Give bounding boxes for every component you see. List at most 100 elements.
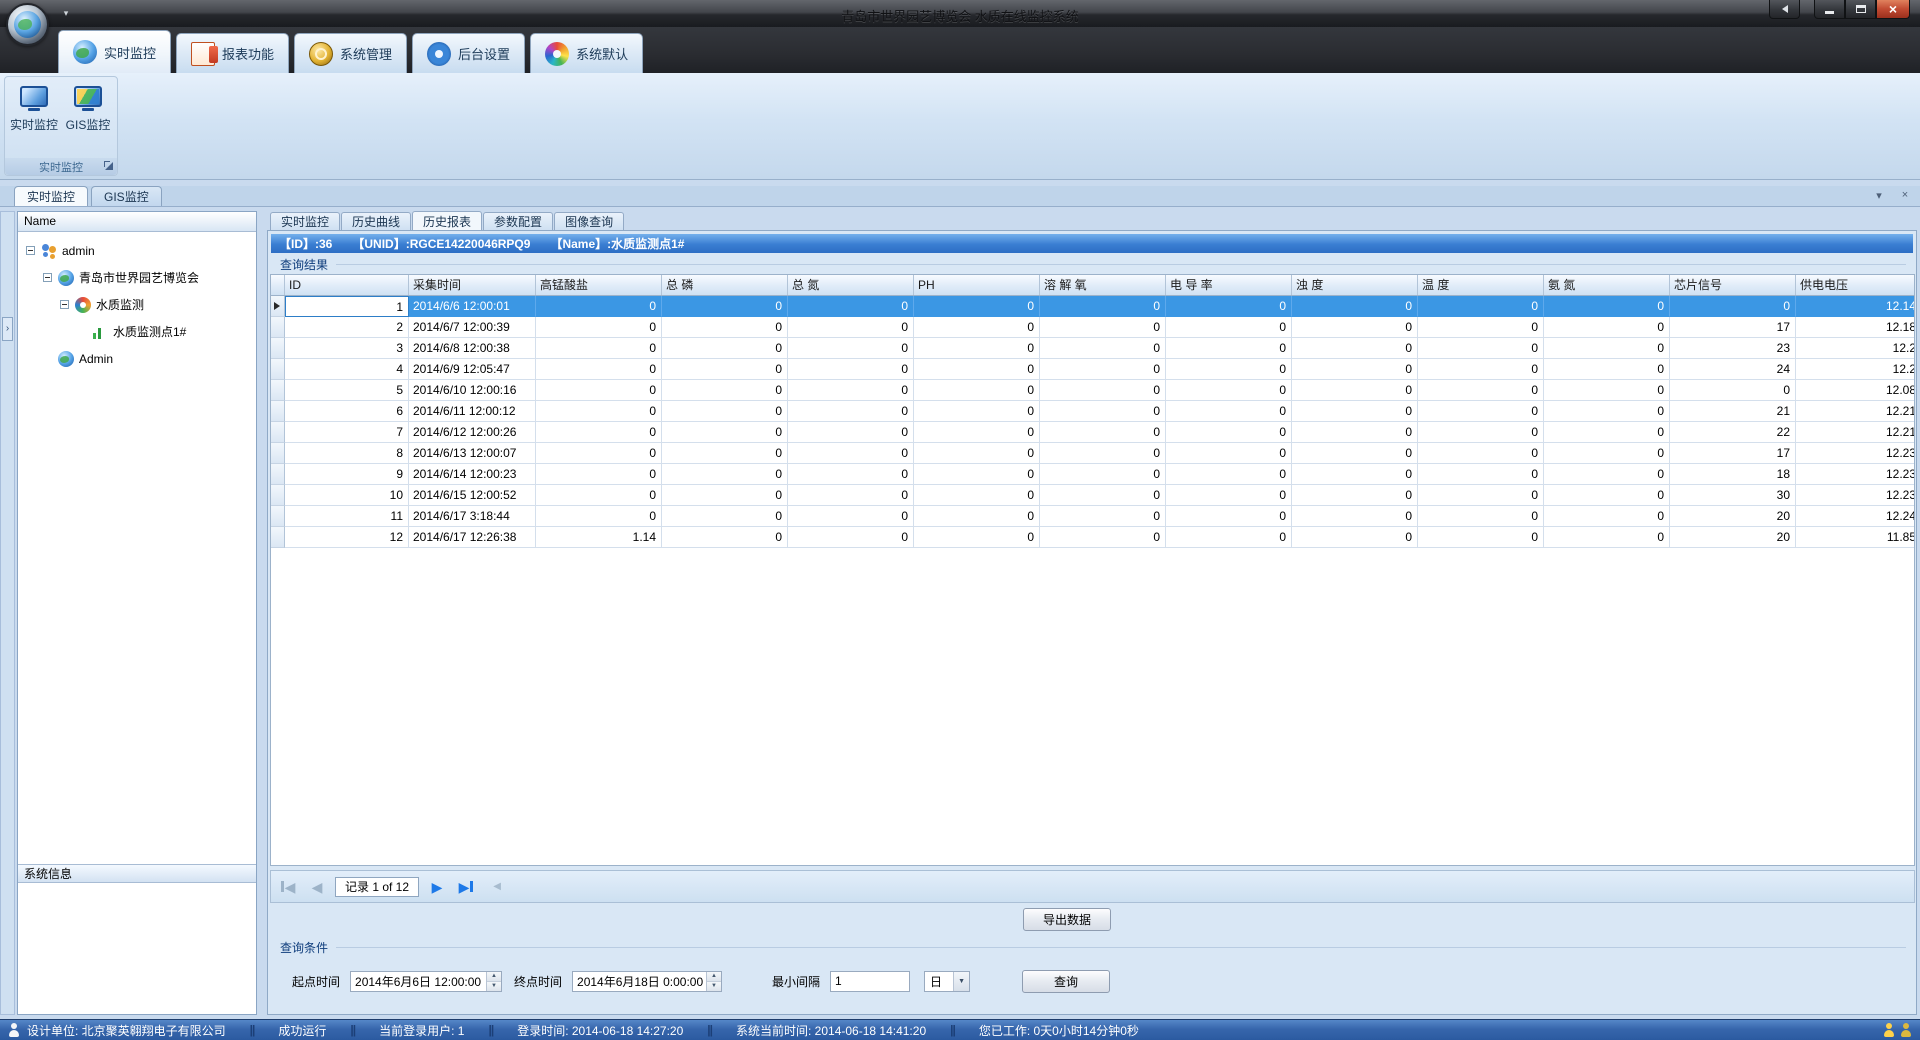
ribbon-tab-2[interactable]: 报表功能 (176, 33, 289, 73)
table-row[interactable]: 52014/6/10 12:00:16000000000012.08 (271, 380, 1914, 401)
column-header-6[interactable]: PH (914, 275, 1040, 295)
minimize-button[interactable] (1814, 0, 1845, 19)
previous-record-button[interactable]: ◀ (306, 876, 328, 898)
tree-node[interactable]: 水质监测 (18, 291, 256, 318)
row-selector-cell[interactable] (271, 338, 285, 359)
end-time-spinner[interactable]: ▲▼ (706, 972, 721, 991)
online-user-icon[interactable] (1883, 1023, 1895, 1038)
row-selector-cell[interactable] (271, 506, 285, 527)
column-header-13[interactable]: 供电电压 (1796, 275, 1915, 295)
tree-expander-icon[interactable] (26, 246, 35, 255)
content-tab-2[interactable]: 历史曲线 (341, 212, 411, 230)
row-selector-cell[interactable] (271, 359, 285, 380)
quick-access-dropdown-icon[interactable]: ▾ (56, 6, 76, 21)
spin-up-icon[interactable]: ▲ (707, 972, 721, 982)
start-time-input[interactable]: 2014年6月6日 12:00:00 ▲▼ (350, 971, 502, 992)
table-row[interactable]: 42014/6/9 12:05:470000000002412.2 (271, 359, 1914, 380)
tree-node[interactable]: Admin (18, 345, 256, 372)
row-selector-cell[interactable] (271, 401, 285, 422)
query-button[interactable]: 查询 (1022, 970, 1110, 993)
spin-down-icon[interactable]: ▼ (487, 982, 501, 991)
record-position-box[interactable]: 记录 1 of 12 (335, 877, 419, 897)
table-row[interactable]: 22014/6/7 12:00:390000000001712.18 (271, 317, 1914, 338)
tree-expander-icon[interactable] (43, 273, 52, 282)
document-tab-1[interactable]: 实时监控 (14, 186, 88, 206)
column-header-7[interactable]: 溶 解 氧 (1040, 275, 1166, 295)
tab-list-dropdown-icon[interactable]: ▾ (1872, 189, 1886, 202)
row-selector-cell[interactable] (271, 527, 285, 548)
column-header-3[interactable]: 高锰酸盐 (536, 275, 662, 295)
system-info-header[interactable]: 系统信息 (18, 864, 256, 883)
column-header-5[interactable]: 总 氮 (788, 275, 914, 295)
table-row[interactable]: 32014/6/8 12:00:380000000002312.2 (271, 338, 1914, 359)
maximize-button[interactable] (1845, 0, 1876, 19)
spin-down-icon[interactable]: ▼ (707, 982, 721, 991)
column-header-8[interactable]: 电 导 率 (1166, 275, 1292, 295)
column-header-1[interactable]: ID (285, 275, 409, 295)
start-time-value: 2014年6月6日 12:00:00 (351, 973, 486, 990)
close-button[interactable]: × (1876, 0, 1910, 19)
tab-close-icon[interactable]: × (1898, 189, 1912, 202)
table-cell: 12.23 (1796, 443, 1915, 464)
tree-node[interactable]: admin (18, 237, 256, 264)
table-row[interactable]: 122014/6/17 12:26:381.14000000002011.85 (271, 527, 1914, 548)
table-row[interactable]: 12014/6/6 12:00:01000000000012.14 (271, 296, 1914, 317)
ribbon-tab-1[interactable]: 实时监控 (58, 30, 171, 73)
last-record-button[interactable]: ▶ (455, 876, 477, 898)
table-cell: 0 (662, 506, 788, 527)
column-header-4[interactable]: 总 磷 (662, 275, 788, 295)
row-selector-cell[interactable] (271, 317, 285, 338)
table-row[interactable]: 62014/6/11 12:00:120000000002112.21 (271, 401, 1914, 422)
content-tab-4[interactable]: 参数配置 (483, 212, 553, 230)
tree-column-header[interactable]: Name (18, 212, 256, 232)
export-data-button[interactable]: 导出数据 (1023, 908, 1111, 931)
column-header-11[interactable]: 氨 氮 (1544, 275, 1670, 295)
table-row[interactable]: 72014/6/12 12:00:260000000002212.21 (271, 422, 1914, 443)
content-tab-5[interactable]: 图像查询 (554, 212, 624, 230)
table-cell: 0 (1040, 485, 1166, 506)
content-tab-1[interactable]: 实时监控 (270, 212, 340, 230)
table-row[interactable]: 92014/6/14 12:00:230000000001812.23 (271, 464, 1914, 485)
column-header-2[interactable]: 采集时间 (409, 275, 536, 295)
row-selector-cell[interactable] (271, 485, 285, 506)
table-row[interactable]: 112014/6/17 3:18:440000000002012.24 (271, 506, 1914, 527)
tree-node[interactable]: 水质监测点1# (18, 318, 256, 345)
document-tab-2[interactable]: GIS监控 (91, 186, 162, 206)
row-selector-cell[interactable] (271, 464, 285, 485)
expand-panel-button[interactable]: › (2, 317, 13, 341)
table-row[interactable]: 102014/6/15 12:00:520000000003012.23 (271, 485, 1914, 506)
table-row[interactable]: 82014/6/13 12:00:070000000001712.23 (271, 443, 1914, 464)
ribbon-button-1[interactable]: 实时监控 (9, 82, 59, 158)
table-cell: 0 (1040, 296, 1166, 317)
column-header-12[interactable]: 芯片信号 (1670, 275, 1796, 295)
interval-input[interactable] (830, 971, 910, 992)
last-record-bar-icon (470, 881, 473, 892)
ribbon-button-2[interactable]: GIS监控 (63, 82, 113, 158)
ribbon-tab-5[interactable]: 系统默认 (530, 33, 643, 73)
table-cell: 2014/6/7 12:00:39 (409, 317, 536, 338)
next-record-button[interactable]: ▶ (426, 876, 448, 898)
window-style-button[interactable] (1769, 0, 1800, 19)
row-selector-cell[interactable] (271, 422, 285, 443)
dialog-launcher-icon[interactable] (104, 161, 114, 171)
navigator-overflow-icon[interactable]: ◀ (486, 876, 508, 898)
column-header-10[interactable]: 温 度 (1418, 275, 1544, 295)
row-selector-cell[interactable] (271, 443, 285, 464)
end-time-input[interactable]: 2014年6月18日 0:00:00 ▲▼ (572, 971, 722, 992)
ribbon-tab-3[interactable]: 系统管理 (294, 33, 407, 73)
table-cell: 0 (1292, 296, 1418, 317)
ribbon-tab-4[interactable]: 后台设置 (412, 33, 525, 73)
start-time-spinner[interactable]: ▲▼ (486, 972, 501, 991)
row-selector-cell[interactable] (271, 380, 285, 401)
tree-node[interactable]: 青岛市世界园艺博览会 (18, 264, 256, 291)
row-selector-cell[interactable] (271, 296, 285, 317)
content-tab-3[interactable]: 历史报表 (412, 211, 482, 230)
column-header-9[interactable]: 浊 度 (1292, 275, 1418, 295)
user-status-icon[interactable] (1900, 1023, 1912, 1038)
combo-dropdown-icon[interactable]: ▼ (953, 972, 969, 991)
application-menu-button[interactable] (6, 3, 49, 46)
first-record-button[interactable]: ◀ (277, 876, 299, 898)
tree-expander-icon[interactable] (60, 300, 69, 309)
interval-unit-combo[interactable]: 日 ▼ (924, 971, 970, 992)
spin-up-icon[interactable]: ▲ (487, 972, 501, 982)
